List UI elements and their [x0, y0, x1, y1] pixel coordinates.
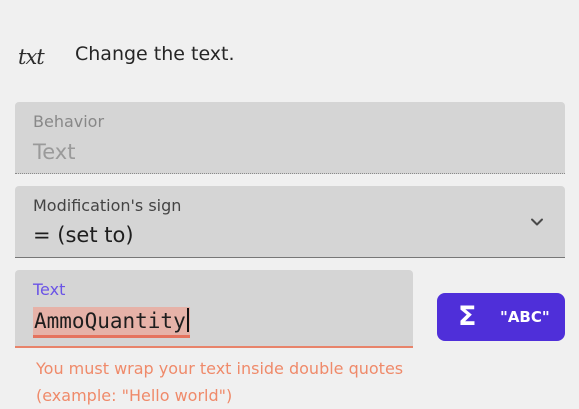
modification-sign-value: = (set to)	[33, 223, 134, 247]
instruction-header: txt Change the text.	[0, 0, 579, 100]
modification-sign-label: Modification's sign	[33, 196, 182, 215]
text-caret	[186, 308, 189, 332]
text-field-error: You must wrap your text inside double qu…	[36, 359, 404, 405]
text-field-label: Text	[33, 280, 66, 299]
chevron-down-icon[interactable]	[529, 214, 545, 230]
txt-icon: txt	[18, 45, 45, 69]
modification-sign-select[interactable]: Modification's sign = (set to)	[15, 186, 565, 258]
string-expression-button[interactable]: Σ "ABC"	[437, 293, 565, 341]
behavior-label: Behavior	[33, 112, 105, 131]
behavior-value: Text	[33, 140, 76, 164]
text-input-value: AmmoQuantity	[34, 309, 186, 333]
behavior-field: Behavior Text	[15, 102, 565, 174]
text-input-display: AmmoQuantity	[33, 307, 190, 338]
sigma-icon: Σ	[458, 301, 477, 332]
string-expression-label: "ABC"	[500, 308, 550, 326]
instruction-description: Change the text.	[75, 43, 235, 65]
text-field[interactable]: Text AmmoQuantity	[15, 270, 413, 348]
